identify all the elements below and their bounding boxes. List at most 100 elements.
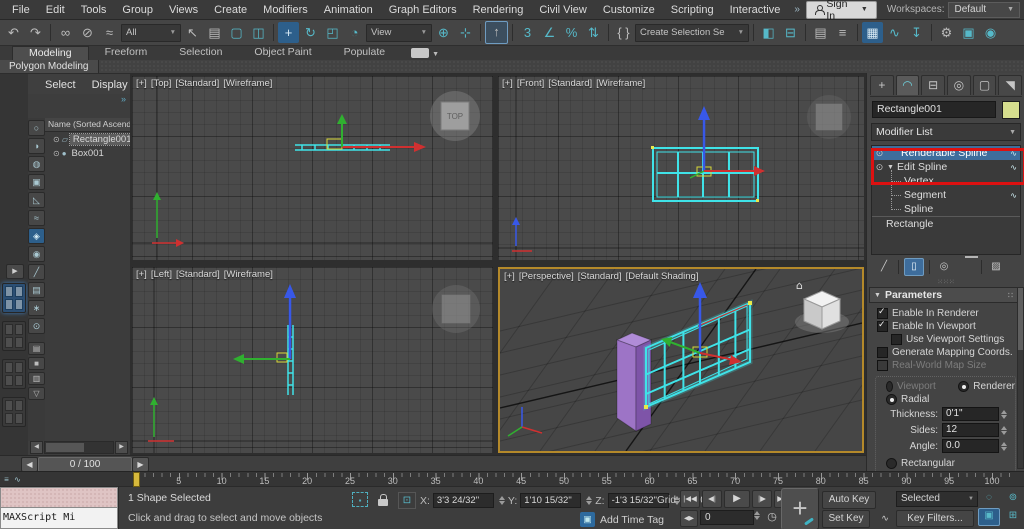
use-pivot-point-icon[interactable]: ⊕ xyxy=(433,22,454,43)
viewport-left[interactable]: [+][Left][Standard][Wireframe] xyxy=(132,267,493,453)
menu-item-interactive[interactable]: Interactive xyxy=(722,2,789,18)
previous-frame-icon[interactable]: ◀| xyxy=(702,490,722,508)
display-tab[interactable]: ▢ xyxy=(973,75,997,95)
filter-icon[interactable]: ▽ xyxy=(28,387,45,400)
viewport-top[interactable]: [+][Top][Standard][Wireframe] TOP xyxy=(132,76,493,260)
vp-front-label-part[interactable]: [+] xyxy=(502,78,513,89)
spinner-thickness[interactable] xyxy=(1001,410,1007,419)
display-none-icon[interactable]: ○ xyxy=(28,120,45,136)
ribbon-tab-modeling[interactable]: Modeling xyxy=(12,46,89,60)
key-mode-toggle-icon[interactable]: ◀▶ xyxy=(680,510,698,527)
display-spacewarps-icon[interactable]: ≈ xyxy=(28,210,45,226)
checkbox-enable-in-viewport[interactable]: Enable In Viewport xyxy=(869,320,1018,333)
list-view-icon[interactable]: ▤ xyxy=(28,342,45,355)
stack-row-renderable-spline[interactable]: ⊙Renderable Spline∿ xyxy=(872,146,1020,160)
ribbon-tab-selection[interactable]: Selection xyxy=(163,46,238,60)
scroll-right-icon[interactable]: ▶ xyxy=(115,441,128,454)
select-and-move-icon[interactable]: + xyxy=(278,22,299,43)
vp-front-label-part[interactable]: [Standard] xyxy=(548,78,592,89)
curve-editor-icon[interactable]: ∿ xyxy=(884,22,905,43)
properties-icon[interactable]: ▥ xyxy=(28,372,45,385)
key-tangent-icon[interactable]: ∿ xyxy=(878,511,892,525)
new-group-icon[interactable]: ■ xyxy=(28,357,45,370)
create-tab[interactable]: + xyxy=(870,75,894,95)
field-thickness[interactable]: 0'1" xyxy=(942,407,999,421)
edit-named-selection-sets-icon[interactable]: { } xyxy=(613,22,634,43)
ribbon-tab-populate[interactable]: Populate xyxy=(328,46,401,60)
display-xrefs-icon[interactable]: ∗ xyxy=(28,300,45,316)
ribbon-tab-freeform[interactable]: Freeform xyxy=(89,46,164,60)
ribbon-display-icon[interactable] xyxy=(411,48,429,58)
maxscript-mini-listener[interactable]: MAXScript Mi xyxy=(0,487,119,529)
unlink-selection-icon[interactable]: ⊘ xyxy=(77,22,98,43)
percent-snap-icon[interactable]: % xyxy=(561,22,582,43)
track-bar[interactable]: ≡ ∿ 510152025303540455055606570758085909… xyxy=(0,471,1024,487)
display-helpers-icon[interactable]: ◺ xyxy=(28,192,45,208)
previous-key-icon[interactable]: ◀ xyxy=(21,457,38,472)
coord-spinner-x[interactable] xyxy=(499,496,505,505)
panel-scrollbar[interactable] xyxy=(1017,287,1024,469)
time-tag-cube-icon[interactable]: ▣ xyxy=(580,512,595,527)
reference-coordinate-dropdown[interactable]: View▼ xyxy=(366,24,432,42)
time-marker[interactable] xyxy=(133,472,140,487)
next-frame-icon[interactable]: |▶ xyxy=(752,490,772,508)
key-filters-button[interactable]: Key Filters... xyxy=(896,510,974,527)
node-name[interactable]: Rectangle001 xyxy=(70,134,135,145)
select-and-scale-icon[interactable]: ◰ xyxy=(322,22,343,43)
radio-viewport[interactable] xyxy=(886,381,893,392)
motion-tab[interactable]: ◎ xyxy=(947,75,971,95)
visibility-eye-icon[interactable]: ⊙ xyxy=(53,149,60,158)
node-name[interactable]: Box001 xyxy=(69,148,107,159)
menu-item-graph-editors[interactable]: Graph Editors xyxy=(381,2,465,18)
radio-radial[interactable] xyxy=(886,394,897,405)
panel-scroll-thumb[interactable] xyxy=(1018,288,1023,350)
vp-top-label-part[interactable]: [Wireframe] xyxy=(223,78,272,89)
mirror-icon[interactable]: ◧ xyxy=(758,22,779,43)
go-to-start-icon[interactable]: |◀◀ xyxy=(680,490,700,508)
isolate-selection-icon[interactable] xyxy=(352,492,368,507)
vp-left-label-part[interactable]: [Left] xyxy=(151,269,172,280)
menu-item-tools[interactable]: Tools xyxy=(73,2,115,18)
macro-recorder-pane[interactable] xyxy=(0,487,118,508)
rectangular-selection-region-icon[interactable]: ▢ xyxy=(226,22,247,43)
sign-in-button[interactable]: Sign In ▼ xyxy=(806,1,877,19)
vp-perspective-label-part[interactable]: [Perspective] xyxy=(519,271,574,282)
workspace-dropdown[interactable]: Default ▼ xyxy=(948,2,1020,18)
stack-row-rectangle[interactable]: Rectangle xyxy=(872,216,1020,231)
zoom-extents-icon[interactable]: ▣ xyxy=(978,508,1000,526)
spinner-sides[interactable] xyxy=(1001,426,1007,435)
hierarchy-tab[interactable]: ⊟ xyxy=(921,75,945,95)
configure-modifier-sets-icon[interactable]: ▨ xyxy=(987,259,1005,275)
panel-splitter[interactable]: ⁙⁙⁙ xyxy=(867,279,1024,286)
spinner-snap-icon[interactable]: ⇅ xyxy=(583,22,604,43)
select-and-manipulate-icon[interactable]: ⊹ xyxy=(455,22,476,43)
toggle-ribbon-icon[interactable]: ▦ xyxy=(862,22,883,43)
select-and-place-icon[interactable]: ◔ xyxy=(344,22,365,43)
layout-preset-3[interactable] xyxy=(2,359,26,389)
scroll-thumb[interactable] xyxy=(46,443,83,452)
layout-flyout-arrow[interactable]: ▶ xyxy=(6,264,24,279)
vp-perspective-label-part[interactable]: [Standard] xyxy=(578,271,622,282)
menu-item-modifiers[interactable]: Modifiers xyxy=(255,2,316,18)
zoom-icon[interactable]: ◌ xyxy=(978,490,1000,506)
display-geometry-icon[interactable]: ◑ xyxy=(28,138,45,154)
modify-tab[interactable]: ◠ xyxy=(896,75,920,95)
select-by-name-icon[interactable]: ▤ xyxy=(204,22,225,43)
time-configuration-icon[interactable]: ◷ xyxy=(764,510,780,525)
vp-top-label-part[interactable]: [Standard] xyxy=(175,78,219,89)
vp-left-label-part[interactable]: [+] xyxy=(136,269,147,280)
scroll-track[interactable] xyxy=(44,441,114,454)
current-frame-field[interactable]: 0 xyxy=(700,510,754,525)
parameters-rollout-header[interactable]: ▼ Parameters ∷ xyxy=(869,287,1018,303)
menu-item-edit[interactable]: Edit xyxy=(38,2,73,18)
explorer-hscrollbar[interactable]: ◀ ▶ xyxy=(30,442,128,453)
listener-pane[interactable]: MAXScript Mi xyxy=(0,508,118,529)
selection-filter-dropdown[interactable]: All▼ xyxy=(121,24,181,42)
show-end-result-icon[interactable]: ▯ xyxy=(904,258,924,276)
menu-item-views[interactable]: Views xyxy=(161,2,206,18)
display-groups-icon[interactable]: ◈ xyxy=(28,228,45,244)
checkbox-real-world-map-size[interactable]: Real-World Map Size xyxy=(869,359,1018,372)
checkbox-use-viewport-settings[interactable]: Use Viewport Settings xyxy=(869,333,1018,346)
redo-icon[interactable]: ↷ xyxy=(25,22,46,43)
play-icon[interactable]: ▶ xyxy=(724,490,750,508)
